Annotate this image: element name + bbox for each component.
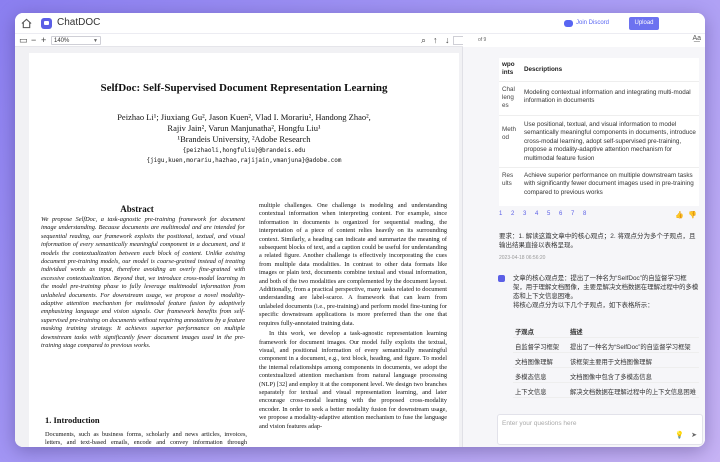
summary-cell: 多模态信息: [515, 374, 547, 381]
assistant-message-text: 将核心观点分为以下几个子观点，如下表格所示：: [513, 302, 654, 309]
table-header-cell: wpoints: [502, 61, 515, 76]
introduction-body: Documents, such as business forms, schol…: [45, 431, 247, 447]
paper-title: SelfDoc: Self-Supervised Document Repres…: [100, 82, 388, 94]
question-input[interactable]: [502, 418, 662, 428]
chat-topbar: A͟a: [463, 34, 705, 47]
table-row: Method Use positional, textual, and visu…: [499, 116, 699, 168]
sidebar-toggle-icon[interactable]: ▭: [19, 34, 28, 47]
summary-header-cell: 子观点: [515, 329, 534, 336]
discord-icon[interactable]: [564, 20, 573, 27]
zoom-out-icon[interactable]: −: [31, 34, 36, 47]
chat-panel: A͟a wpoints Descriptions Challenges Mode…: [463, 34, 705, 447]
column-two-paragraph-2: In this work, we develop a task-agnostic…: [259, 330, 447, 430]
summary-cell: 文档图像中包含了多模态信息: [570, 374, 652, 381]
authors-line-1: Peizhao Li¹; Jiuxiang Gu², Jason Kuen², …: [117, 112, 371, 122]
summary-row: 上下文信息 解决文档数据在理解过程中的上下文信息困难: [513, 384, 699, 398]
reference-link[interactable]: 5: [547, 211, 550, 217]
assistant-message-text: 文章的核心观点是：提出了一种名为“SelfDoc”的自监督学习框架，用于理解文档…: [513, 275, 699, 300]
app-title: ChatDOC: [57, 17, 101, 28]
summary-cell: 文档图像理解: [515, 359, 553, 366]
email-line-2: {jigu,kuen,morariu,hazhao,rajijain,vmanj…: [146, 157, 342, 164]
reference-link[interactable]: 2: [511, 211, 514, 217]
column-two-paragraph-1: multiple challenges. One challenge is mo…: [259, 202, 447, 327]
email-line-1: {peizhaoli,hongfuliu}@brandeis.edu: [182, 147, 306, 154]
table-header-row: wpoints Descriptions: [499, 58, 699, 82]
reference-link[interactable]: 4: [535, 211, 538, 217]
column-two-body: multiple challenges. One challenge is mo…: [259, 202, 447, 431]
table-cell: Modeling contextual information and inte…: [524, 89, 691, 105]
table-row: Results Achieve superior performance on …: [499, 168, 699, 206]
table-header-cell: Descriptions: [524, 66, 563, 73]
summary-cell: 提出了一种名为“SelfDoc”的自监督学习框架: [570, 344, 691, 351]
summary-cell: 解决文档数据在理解过程中的上下文信息困难: [570, 389, 696, 396]
message-timestamp: 2023-04-18 06:56:20: [499, 255, 546, 261]
upload-button[interactable]: Upload: [629, 17, 659, 30]
summary-header-row: 子观点 描述: [513, 324, 699, 338]
assistant-message: 文章的核心观点是：提出了一种名为“SelfDoc”的自监督学习框架，用于理解文档…: [513, 274, 699, 310]
chatdoc-logo-icon: [41, 18, 52, 29]
summary-row: 多模态信息 文档图像中包含了多模态信息: [513, 369, 699, 383]
zoom-value: 140%: [54, 38, 70, 44]
reference-links: 1 2 3 4 5 6 7 8 👍 👎: [499, 211, 699, 220]
reference-link[interactable]: 6: [559, 211, 562, 217]
table-cell: Achieve superior performance on multiple…: [524, 172, 694, 196]
app-window: ChatDOC Join Discord Upload ▭ − + 140% ▼…: [15, 13, 705, 447]
thumbs-up-icon[interactable]: 👍: [675, 211, 684, 219]
chevron-down-icon: ▼: [93, 38, 98, 44]
pdf-viewer: ▭ − + 140% ▼ ⌕ ↑ ↓ 1 SelfDoc: Self-Super…: [15, 34, 475, 447]
reference-link[interactable]: 8: [583, 211, 586, 217]
thumbs-down-icon[interactable]: 👎: [688, 211, 697, 219]
user-message: 要求：1. 解读这篇文章中的核心观点；2. 将观点分为多个子观点，且输出结果直接…: [499, 233, 696, 249]
table-row: Challenges Modeling contextual informati…: [499, 82, 699, 116]
translate-icon[interactable]: A͟a: [692, 35, 701, 42]
summary-cell: 上下文信息: [515, 389, 547, 396]
next-page-icon[interactable]: ↓: [445, 34, 450, 47]
zoom-select[interactable]: 140% ▼: [51, 36, 101, 45]
reference-link[interactable]: 1: [499, 211, 502, 217]
affiliation: ¹Brandeis University, ²Adobe Research: [177, 134, 311, 144]
pdf-toolbar: ▭ − + 140% ▼ ⌕ ↑ ↓: [15, 34, 463, 47]
abstract-body: We propose SelfDoc, a task-agnostic pre-…: [41, 216, 245, 350]
summary-cell: 该框架主要用于文档图像理解: [570, 359, 652, 366]
assistant-avatar-icon: [498, 275, 505, 282]
lightbulb-icon[interactable]: 💡: [675, 431, 684, 439]
table-cell: Results: [502, 172, 514, 187]
abstract-heading: Abstract: [120, 204, 154, 214]
question-input-box: 💡 ➤: [497, 414, 703, 445]
zoom-in-icon[interactable]: +: [41, 34, 46, 47]
previous-page-icon[interactable]: ↑: [433, 34, 438, 47]
answer-table: wpoints Descriptions Challenges Modeling…: [499, 58, 699, 206]
authors-line-2: Rajiv Jain², Varun Manjunatha², Hongfu L…: [167, 123, 321, 133]
table-cell: Use positional, textual, and visual info…: [524, 121, 696, 162]
page-total: of 9: [478, 37, 487, 43]
summary-row: 自监督学习框架 提出了一种名为“SelfDoc”的自监督学习框架: [513, 339, 699, 353]
title-bar: ChatDOC Join Discord Upload: [15, 13, 705, 34]
summary-header-cell: 描述: [570, 329, 583, 336]
introduction-heading: 1. Introduction: [45, 415, 100, 425]
reference-link[interactable]: 3: [523, 211, 526, 217]
table-cell: Challenges: [502, 86, 515, 109]
table-cell: Method: [502, 126, 516, 141]
search-icon[interactable]: ⌕: [421, 34, 426, 47]
home-icon[interactable]: [21, 18, 32, 29]
summary-row: 文档图像理解 该框架主要用于文档图像理解: [513, 354, 699, 368]
pdf-page: SelfDoc: Self-Supervised Document Repres…: [29, 53, 459, 447]
reference-link[interactable]: 7: [571, 211, 574, 217]
join-discord-link[interactable]: Join Discord: [576, 20, 609, 26]
summary-cell: 自监督学习框架: [515, 344, 560, 351]
send-icon[interactable]: ➤: [691, 431, 697, 439]
